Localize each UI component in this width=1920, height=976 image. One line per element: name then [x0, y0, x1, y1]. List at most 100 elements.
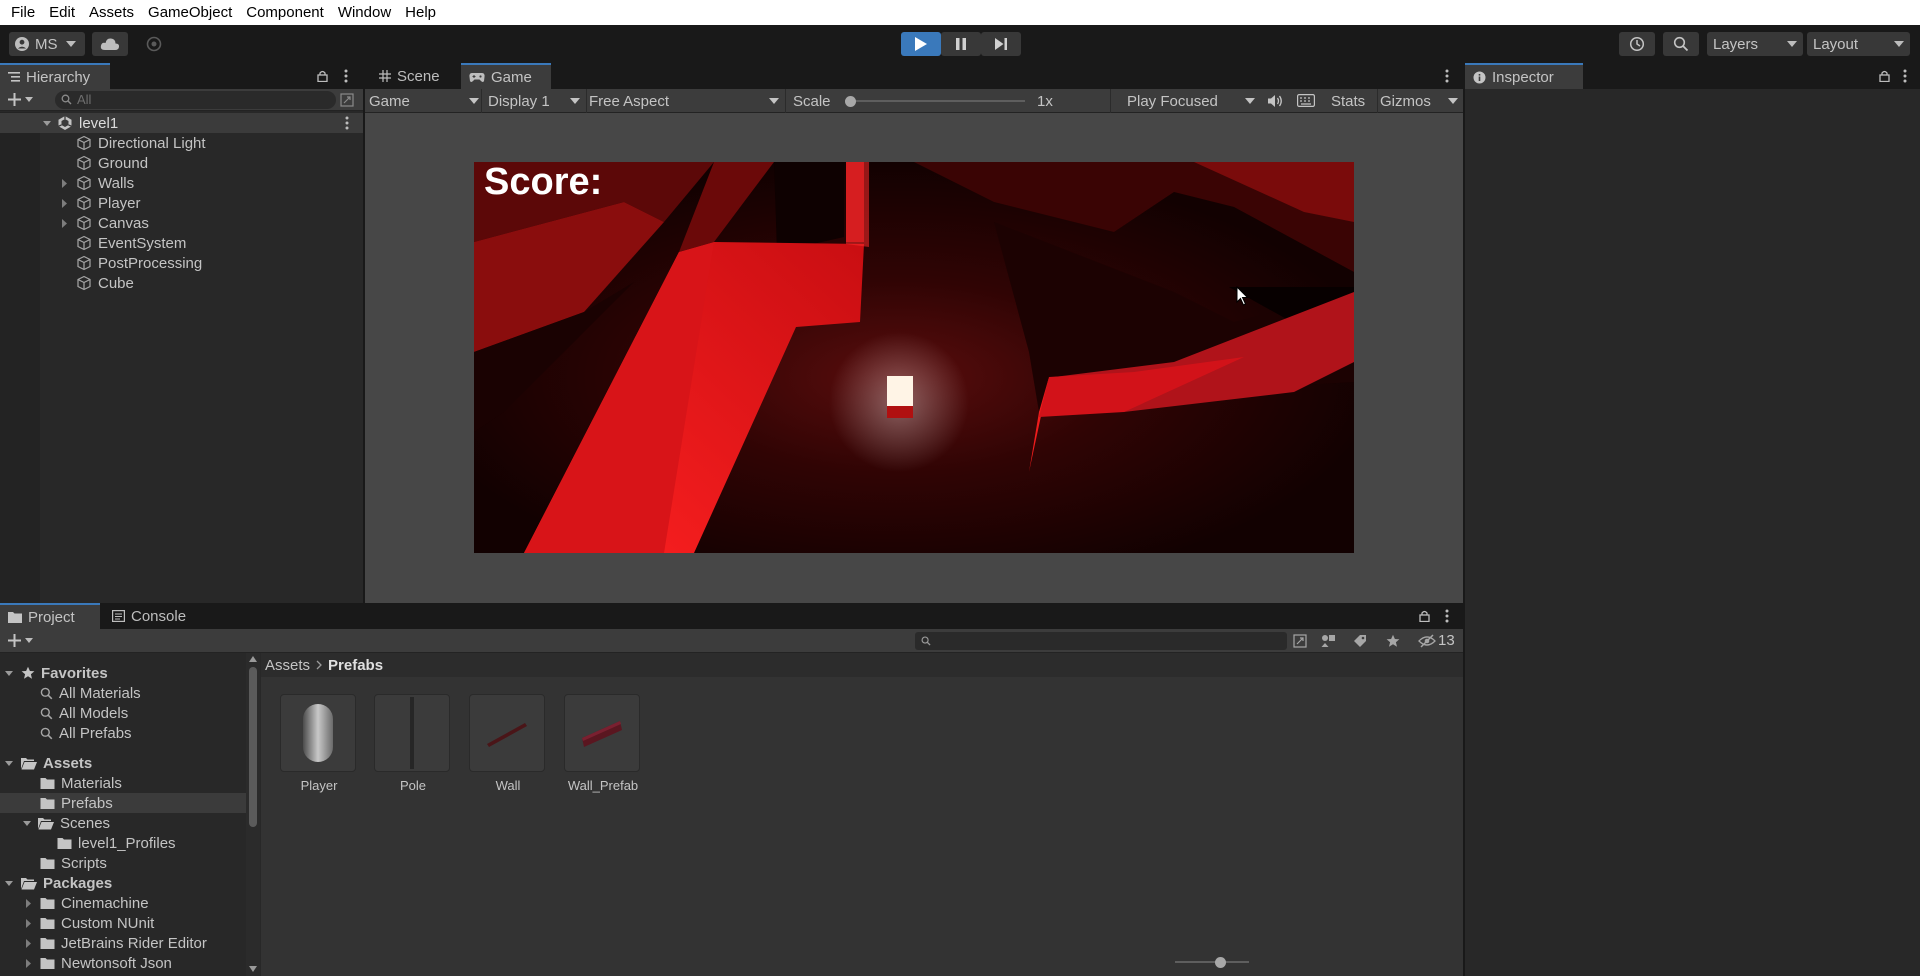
- aspect-dropdown[interactable]: Free Aspect: [589, 90, 779, 112]
- chevron-right-icon[interactable]: [25, 938, 32, 948]
- tree-folder-prefabs[interactable]: Prefabs: [0, 793, 246, 813]
- search-button[interactable]: [1663, 32, 1699, 56]
- tree-folder-level1-profiles[interactable]: level1_Profiles: [0, 833, 246, 853]
- step-button[interactable]: [981, 32, 1021, 56]
- tree-package[interactable]: Cinemachine: [0, 893, 246, 913]
- tree-package[interactable]: Newtonsoft Json: [0, 953, 246, 973]
- pause-button[interactable]: [941, 32, 981, 56]
- lock-icon[interactable]: [1879, 70, 1890, 82]
- chevron-right-icon[interactable]: [25, 898, 32, 908]
- menu-file[interactable]: File: [4, 0, 42, 25]
- hidden-packages-toggle[interactable]: 13: [1418, 632, 1455, 649]
- breadcrumb-assets[interactable]: Assets: [265, 657, 310, 674]
- tree-folder-materials[interactable]: Materials: [0, 773, 246, 793]
- more-options-icon[interactable]: [1445, 609, 1449, 623]
- asset-item[interactable]: Wall: [469, 694, 547, 793]
- account-dropdown[interactable]: MS: [9, 32, 85, 56]
- hierarchy-scene-row[interactable]: level1: [0, 113, 363, 133]
- create-button[interactable]: [8, 93, 33, 106]
- more-options-icon[interactable]: [1445, 69, 1449, 83]
- more-options-icon[interactable]: [345, 116, 349, 130]
- tree-favorites[interactable]: Favorites: [0, 663, 246, 683]
- hierarchy-search-input[interactable]: All: [55, 90, 336, 109]
- play-button[interactable]: [901, 32, 941, 56]
- tree-package[interactable]: JetBrains Rider Editor: [0, 933, 246, 953]
- scroll-down-icon[interactable]: [249, 966, 257, 972]
- lock-icon[interactable]: [317, 70, 328, 82]
- hierarchy-item-cube[interactable]: Cube: [0, 273, 363, 293]
- chevron-down-icon[interactable]: [23, 820, 31, 826]
- menu-window[interactable]: Window: [331, 0, 398, 25]
- stats-button[interactable]: Stats: [1331, 93, 1365, 110]
- collab-button[interactable]: [140, 32, 168, 56]
- scroll-up-icon[interactable]: [249, 656, 257, 662]
- filter-type-icon[interactable]: [1321, 634, 1337, 648]
- layers-dropdown[interactable]: Layers: [1707, 32, 1803, 56]
- more-options-icon[interactable]: [344, 69, 348, 83]
- display-dropdown[interactable]: Display 1: [488, 90, 580, 112]
- chevron-right-icon[interactable]: [61, 218, 68, 228]
- hierarchy-item-ground[interactable]: Ground: [0, 153, 363, 173]
- tree-fav-item[interactable]: All Materials: [0, 683, 246, 703]
- scale-slider-thumb[interactable]: [845, 96, 856, 107]
- asset-item[interactable]: Pole: [374, 694, 452, 793]
- more-options-icon[interactable]: [1903, 69, 1907, 83]
- hierarchy-item-walls[interactable]: Walls: [0, 173, 363, 193]
- chevron-right-icon[interactable]: [25, 918, 32, 928]
- menu-assets[interactable]: Assets: [82, 0, 141, 25]
- hierarchy-item-postprocessing[interactable]: PostProcessing: [0, 253, 363, 273]
- hierarchy-item-directional-light[interactable]: Directional Light: [0, 133, 363, 153]
- cloud-button[interactable]: [92, 32, 128, 56]
- mute-audio-icon[interactable]: [1267, 94, 1283, 108]
- tree-folder-scenes[interactable]: Scenes: [0, 813, 246, 833]
- tree-assets[interactable]: Assets: [0, 753, 246, 773]
- scale-slider[interactable]: [845, 96, 1025, 107]
- menu-component[interactable]: Component: [239, 0, 331, 25]
- tab-inspector[interactable]: Inspector: [1465, 63, 1583, 89]
- tree-folder-scripts[interactable]: Scripts: [0, 853, 246, 873]
- tree-scrollbar[interactable]: [246, 653, 260, 976]
- menu-edit[interactable]: Edit: [42, 0, 82, 25]
- tab-scene[interactable]: Scene: [371, 63, 448, 89]
- tree-scrollbar-thumb[interactable]: [249, 667, 257, 827]
- hierarchy-item-eventsystem[interactable]: EventSystem: [0, 233, 363, 253]
- chevron-right-icon[interactable]: [61, 178, 68, 188]
- tab-console[interactable]: Console: [104, 603, 194, 629]
- layout-dropdown[interactable]: Layout: [1807, 32, 1910, 56]
- play-focused-dropdown[interactable]: Play Focused: [1127, 90, 1255, 112]
- chevron-right-icon[interactable]: [61, 198, 68, 208]
- search-by-type-icon[interactable]: [1293, 634, 1307, 648]
- game-mode-dropdown[interactable]: Game: [369, 90, 479, 112]
- chevron-down-icon[interactable]: [5, 760, 13, 766]
- project-search-input[interactable]: [915, 632, 1287, 650]
- chevron-down-icon[interactable]: [43, 120, 51, 126]
- tree-fav-item[interactable]: All Models: [0, 703, 246, 723]
- tree-packages[interactable]: Packages: [0, 873, 246, 893]
- tree-fav-item[interactable]: All Prefabs: [0, 723, 246, 743]
- menu-gameobject[interactable]: GameObject: [141, 0, 239, 25]
- star-icon[interactable]: [1386, 634, 1400, 648]
- tab-game[interactable]: Game: [461, 63, 551, 89]
- icon-size-slider[interactable]: [1175, 957, 1249, 968]
- history-button[interactable]: [1619, 32, 1655, 56]
- chevron-down-icon[interactable]: [5, 880, 13, 886]
- tab-project[interactable]: Project: [0, 603, 100, 629]
- menu-help[interactable]: Help: [398, 0, 443, 25]
- tree-package[interactable]: Custom NUnit: [0, 913, 246, 933]
- label-tag-icon[interactable]: [1353, 634, 1367, 648]
- asset-item[interactable]: Player: [280, 694, 358, 793]
- asset-item[interactable]: Wall_Prefab: [564, 694, 642, 793]
- chevron-down-icon[interactable]: [5, 670, 13, 676]
- icon-size-thumb[interactable]: [1215, 957, 1226, 968]
- scene-visibility-icon[interactable]: [340, 93, 354, 107]
- gizmos-dropdown[interactable]: Gizmos: [1380, 90, 1458, 112]
- hierarchy-item-player[interactable]: Player: [0, 193, 363, 213]
- breadcrumb-prefabs[interactable]: Prefabs: [328, 657, 383, 674]
- hierarchy-item-canvas[interactable]: Canvas: [0, 213, 363, 233]
- tab-hierarchy[interactable]: Hierarchy: [0, 63, 110, 89]
- lock-icon[interactable]: [1419, 610, 1430, 622]
- create-asset-button[interactable]: [8, 634, 33, 647]
- keyboard-shortcuts-icon[interactable]: [1297, 94, 1315, 107]
- game-viewport[interactable]: Score:: [474, 162, 1354, 553]
- chevron-right-icon[interactable]: [25, 958, 32, 968]
